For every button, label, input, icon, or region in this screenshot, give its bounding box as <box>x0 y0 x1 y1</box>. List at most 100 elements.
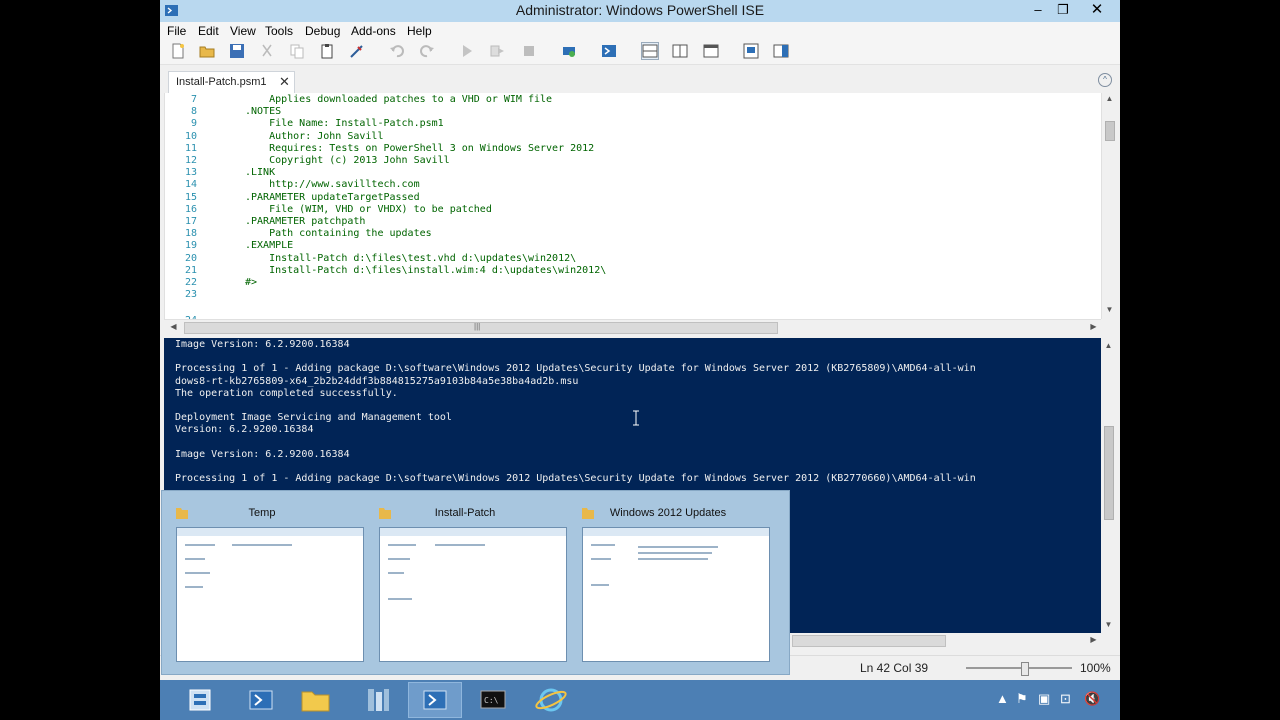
line-number: 8 <box>190 106 197 118</box>
script-pane-right-icon[interactable] <box>672 43 688 59</box>
thumbnail-temp[interactable]: Temp <box>162 491 364 674</box>
console-line: The operation completed successfully. <box>175 387 398 399</box>
show-hidden-icons[interactable]: ▲ <box>996 691 1009 706</box>
taskbar-powershell-ise[interactable] <box>408 682 462 718</box>
editor-line: 9 File Name: Install-Patch.psm1 <box>165 118 1102 130</box>
redo-icon[interactable] <box>419 43 435 59</box>
powershell-ise-icon <box>423 690 447 710</box>
paste-icon[interactable] <box>319 43 335 59</box>
save-icon[interactable] <box>229 43 245 59</box>
console-vertical-scrollbar[interactable]: ▲ ▼ <box>1101 338 1116 633</box>
console-line: Image Version: 6.2.9200.16384 <box>175 448 350 460</box>
action-center-icon[interactable]: ⚑ <box>1016 691 1028 707</box>
thumbnail-title: Windows 2012 Updates <box>609 507 727 519</box>
menu-tools[interactable]: Tools <box>265 24 293 38</box>
editor-line: 11 Requires: Tests on PowerShell 3 on Wi… <box>165 143 1102 155</box>
taskbar-internet-explorer[interactable] <box>524 682 578 718</box>
line-number: 21 <box>184 264 197 276</box>
show-command-icon[interactable] <box>743 43 759 59</box>
tab-install-patch[interactable]: Install-Patch.psm1 ✕ <box>168 71 295 94</box>
scroll-thumb[interactable] <box>1104 426 1114 520</box>
minimize-button[interactable]: – <box>1024 0 1052 20</box>
console-line: Processing 1 of 1 - Adding package D:\so… <box>175 473 976 485</box>
scroll-down-icon[interactable]: ▼ <box>1101 620 1116 629</box>
new-icon[interactable] <box>170 43 186 59</box>
text-cursor-icon <box>633 410 639 426</box>
scroll-right-icon[interactable]: ▶ <box>1086 322 1101 331</box>
taskbar-file-explorer[interactable] <box>288 682 342 718</box>
line-number: 20 <box>184 252 197 264</box>
code-text: #> <box>245 277 258 288</box>
taskbar-hyper-v[interactable] <box>350 682 404 718</box>
scroll-up-icon[interactable]: ▲ <box>1101 341 1116 350</box>
editor-line: 15 .PARAMETER updateTargetPassed <box>165 192 1102 204</box>
line-number: 12 <box>184 155 197 166</box>
taskbar-server-manager[interactable] <box>174 682 228 718</box>
scroll-down-icon[interactable]: ▼ <box>1102 305 1117 314</box>
thumbnail-windows-2012-updates[interactable]: Windows 2012 Updates <box>568 491 770 674</box>
new-remote-tab-icon[interactable] <box>561 43 577 59</box>
zoom-slider-thumb[interactable] <box>1021 662 1030 676</box>
scroll-up-icon[interactable]: ▲ <box>1102 94 1117 103</box>
code-text: File (WIM, VHD or VHDX) to be patched <box>245 203 492 215</box>
taskbar-powershell[interactable] <box>234 682 288 718</box>
script-pane-top-icon[interactable] <box>641 42 659 60</box>
menu-file[interactable]: File <box>167 24 186 38</box>
code-text: Author: John Savill <box>245 130 384 142</box>
zoom-slider-track[interactable] <box>966 667 1072 669</box>
title-bar[interactable]: Administrator: Windows PowerShell ISE – … <box>160 0 1120 22</box>
code-text: .PARAMETER updateTargetPassed <box>245 191 420 203</box>
close-window-button[interactable]: ✕ <box>1082 0 1112 20</box>
line-number: 16 <box>184 203 197 215</box>
file-explorer-icon <box>301 691 330 712</box>
collapse-script-pane-icon[interactable]: ^ <box>1098 73 1112 87</box>
script-editor[interactable]: 7 Applies downloaded patches to a VHD or… <box>164 93 1102 319</box>
tab-label: Install-Patch.psm1 <box>176 76 267 88</box>
menu-help[interactable]: Help <box>407 24 432 38</box>
undo-icon[interactable] <box>389 43 405 59</box>
editor-line: 23 <box>165 289 1102 301</box>
server-manager-icon <box>189 689 211 711</box>
show-addon-icon[interactable] <box>773 43 789 59</box>
close-tab-icon[interactable]: ✕ <box>279 74 290 90</box>
menu-add-ons[interactable]: Add-ons <box>351 24 396 38</box>
editor-line: 20 Install-Patch d:\files\test.vhd d:\up… <box>165 253 1102 265</box>
open-icon[interactable] <box>199 43 215 59</box>
line-number: 7 <box>190 94 197 105</box>
menu-debug[interactable]: Debug <box>305 24 340 38</box>
window-preview <box>176 527 364 662</box>
scroll-thumb[interactable] <box>792 635 946 647</box>
thumbnail-install-patch[interactable]: Install-Patch <box>365 491 567 674</box>
editor-line: 18 Path containing the updates <box>165 228 1102 240</box>
scroll-left-icon[interactable]: ◀ <box>166 322 181 331</box>
cut-icon[interactable] <box>259 43 275 59</box>
editor-line: 24 [cmdletbinding()] <box>165 303 1102 319</box>
restore-button[interactable]: ❐ <box>1049 0 1077 20</box>
code-text: .EXAMPLE <box>245 240 294 252</box>
scroll-thumb[interactable] <box>184 322 778 334</box>
editor-horizontal-scrollbar[interactable]: ◀ ||| ▶ <box>164 319 1101 335</box>
stop-icon[interactable] <box>521 43 537 59</box>
window-title: Administrator: Windows PowerShell ISE <box>515 2 765 18</box>
scroll-thumb[interactable] <box>1105 121 1115 141</box>
editor-line: 17 .PARAMETER patchpath <box>165 216 1102 228</box>
copy-icon[interactable] <box>289 43 305 59</box>
run-icon[interactable] <box>459 43 475 59</box>
tray-app-icon[interactable]: ▣ <box>1038 691 1050 707</box>
scroll-right-icon[interactable]: ▶ <box>1086 635 1101 644</box>
volume-muted-icon[interactable]: 🔇 <box>1084 691 1100 707</box>
menu-edit[interactable]: Edit <box>198 24 219 38</box>
network-icon[interactable]: ⊡ <box>1060 691 1071 707</box>
run-selection-icon[interactable] <box>489 43 505 59</box>
internet-explorer-icon <box>535 688 567 712</box>
code-text: .LINK <box>245 167 276 179</box>
menu-view[interactable]: View <box>230 24 256 38</box>
editor-line: 8 .NOTES <box>165 106 1102 118</box>
script-pane-max-icon[interactable] <box>703 43 719 59</box>
clear-icon[interactable] <box>349 43 365 59</box>
taskbar-command-prompt[interactable]: C:\ <box>466 682 520 718</box>
zoom-level: 100% <box>1080 661 1111 675</box>
code-text: Install-Patch d:\files\test.vhd d:\updat… <box>245 252 577 264</box>
start-powershell-icon[interactable] <box>601 43 617 59</box>
editor-vertical-scrollbar[interactable]: ▲ ▼ <box>1101 93 1117 319</box>
